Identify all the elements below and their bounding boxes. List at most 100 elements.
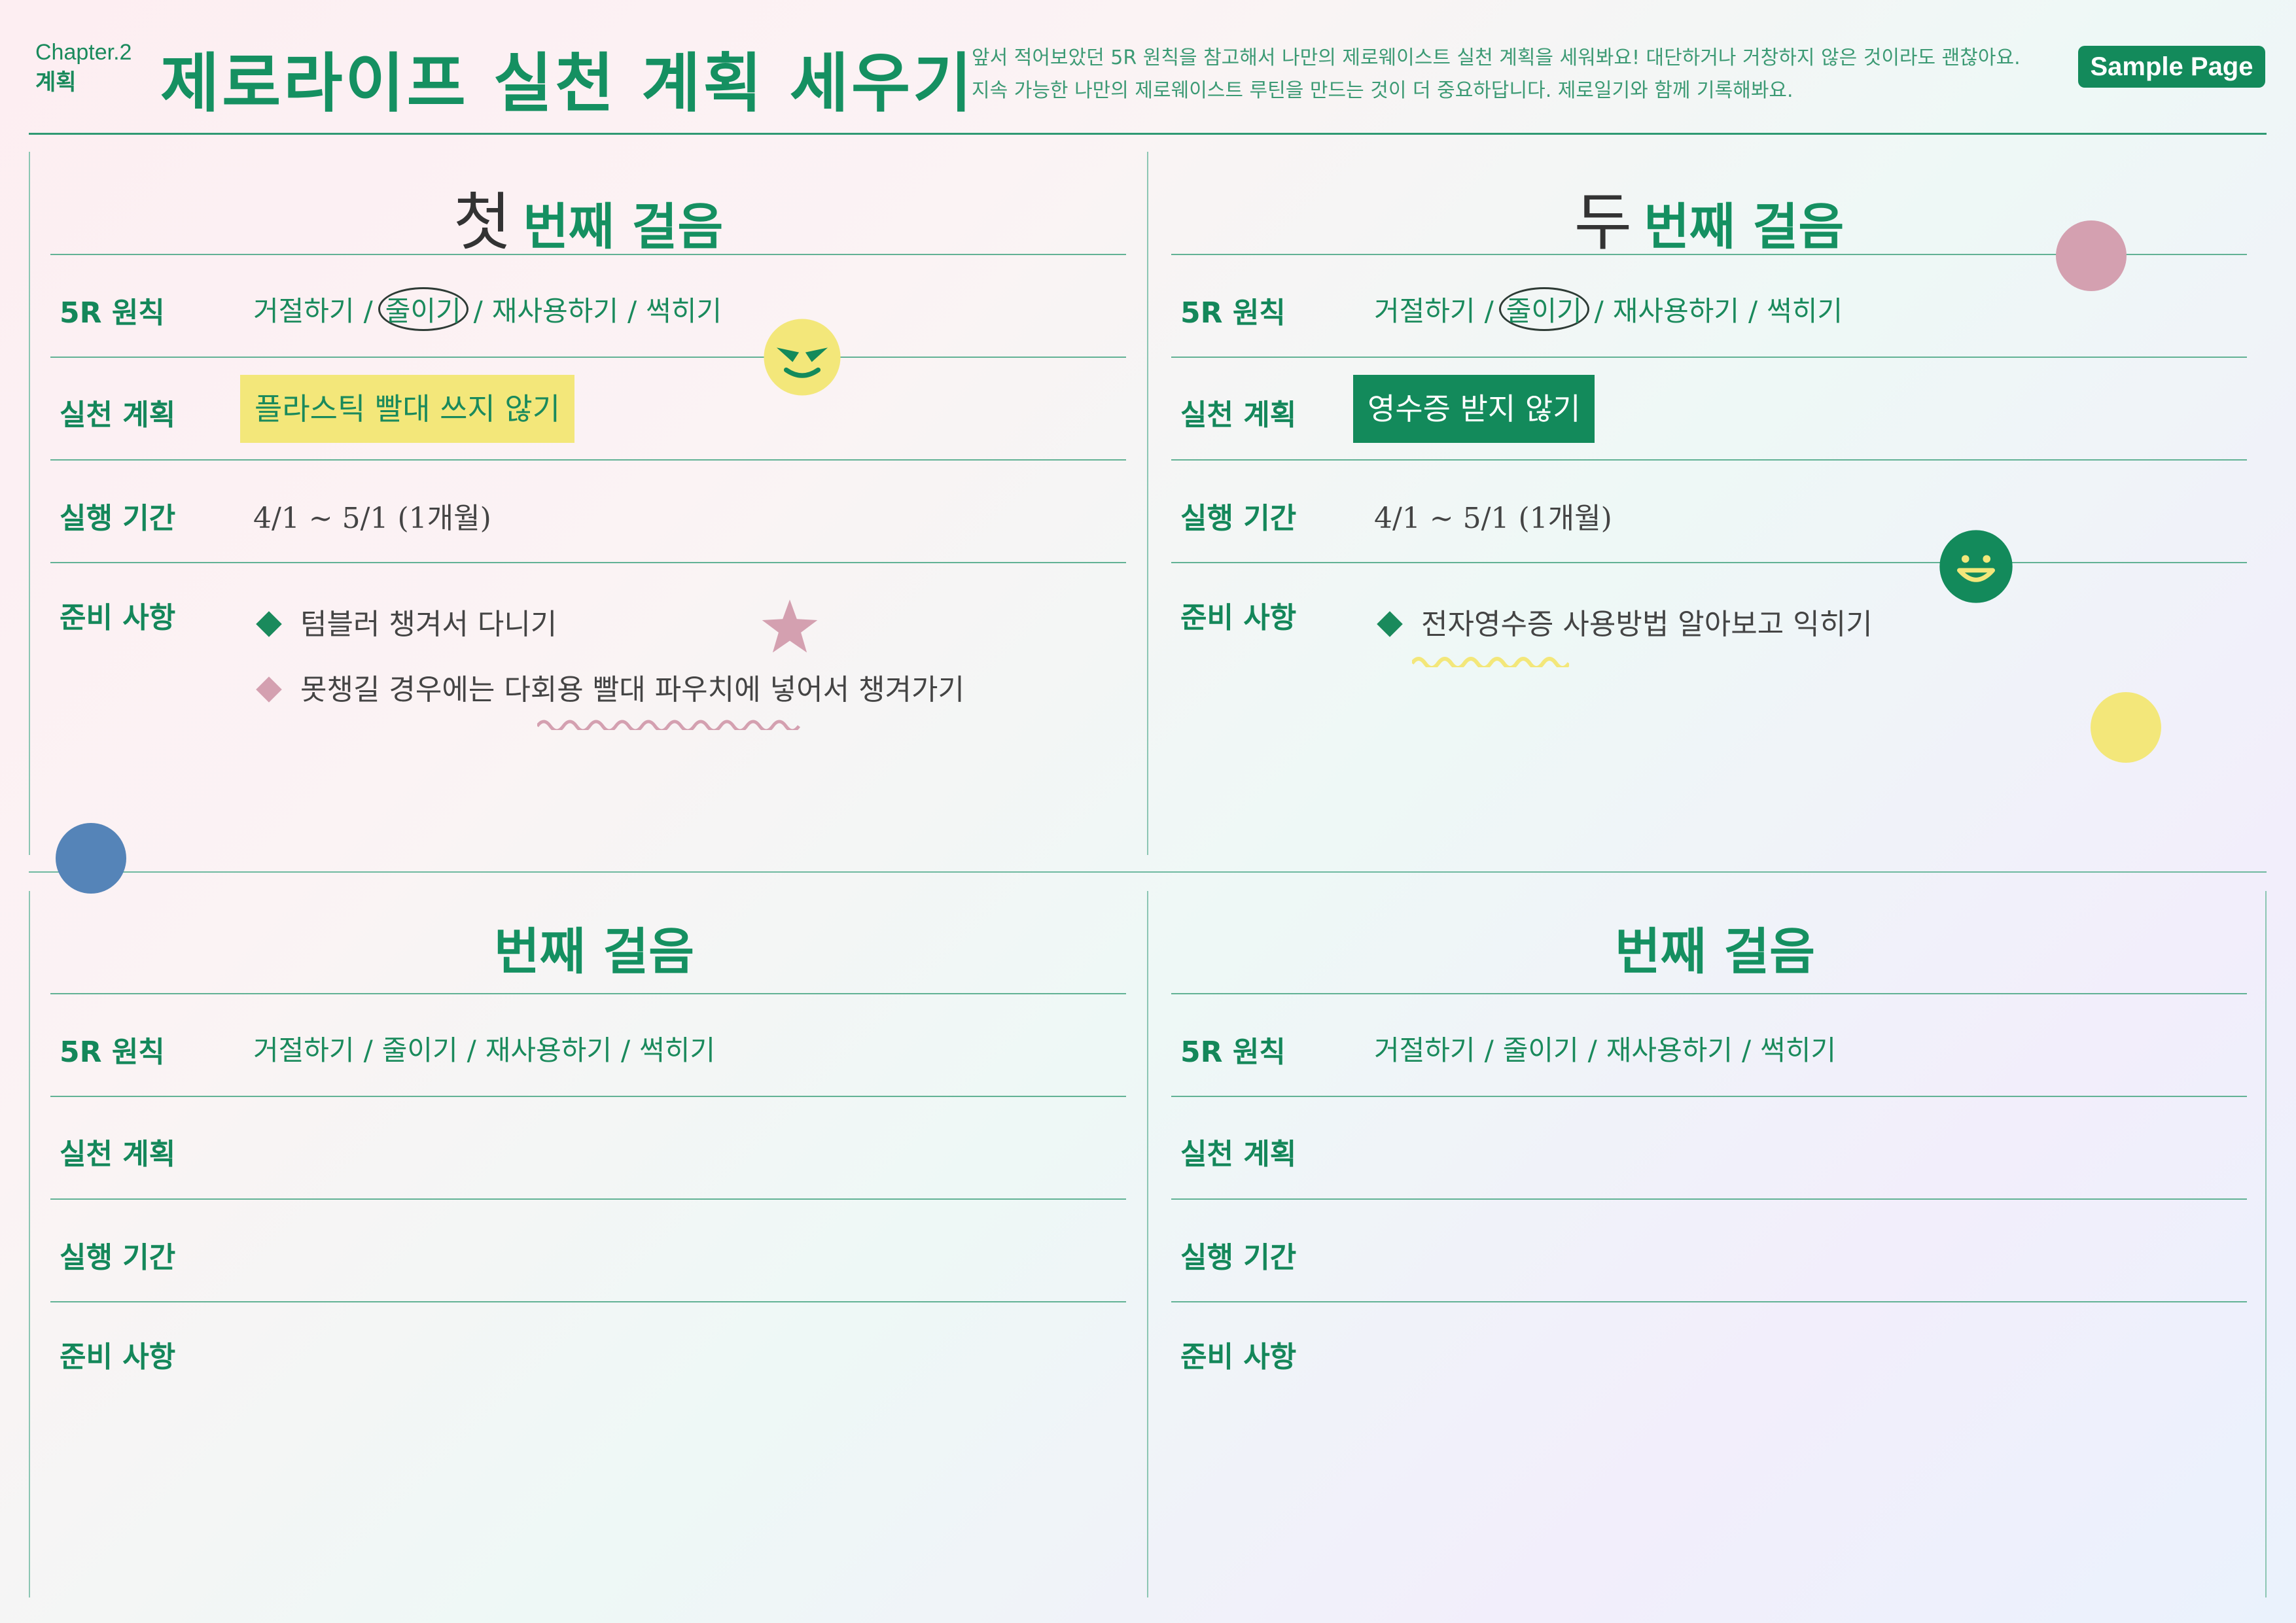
blue-dot bbox=[56, 823, 126, 894]
r5-options: 거절하기 / 줄이기 / 재사용하기 / 썩히기 bbox=[1374, 1028, 1836, 1068]
prep-item[interactable]: 못챙길 경우에는 다회용 빨대 파우치에 넣어서 챙겨가기 bbox=[256, 666, 964, 708]
row-divider bbox=[50, 1301, 1126, 1302]
r5-separator: / bbox=[363, 295, 373, 327]
period-label: 실행 기간 bbox=[1180, 1241, 1297, 1274]
r5-option-reduce[interactable]: 줄이기 bbox=[382, 1034, 458, 1066]
r5-separator: / bbox=[473, 295, 483, 327]
period-value[interactable]: 4/1 ~ 5/1 (1개월) bbox=[253, 495, 491, 536]
left-border bbox=[29, 152, 30, 855]
r5-option-rot[interactable]: 썩히기 bbox=[1760, 1034, 1836, 1066]
row-divider bbox=[1171, 357, 2247, 358]
period-label: 실행 기간 bbox=[1180, 502, 1297, 535]
row-divider bbox=[50, 357, 1126, 358]
wavy-underline-icon bbox=[1412, 657, 1569, 667]
period-label: 실행 기간 bbox=[60, 502, 176, 535]
plan-label: 실천 계획 bbox=[60, 1138, 176, 1171]
row-divider bbox=[1171, 993, 2247, 994]
row-divider bbox=[1171, 1096, 2247, 1097]
green-smiley-icon bbox=[1939, 530, 2013, 603]
r5-separator: / bbox=[1742, 1034, 1752, 1066]
prep-item[interactable]: 텀블러 챙겨서 다니기 bbox=[256, 601, 557, 642]
center-border-top bbox=[1147, 152, 1148, 855]
r5-separator: / bbox=[627, 295, 637, 327]
r5-option-rot[interactable]: 썩히기 bbox=[1767, 295, 1843, 327]
r5-separator: / bbox=[1484, 295, 1494, 327]
chapter-label: Chapter.2 계획 bbox=[35, 38, 132, 98]
pink-dot bbox=[2056, 220, 2127, 291]
r5-options: 거절하기 / 줄이기 / 재사용하기 / 썩히기 bbox=[1374, 287, 1843, 331]
r5-option-reduce-selected[interactable]: 줄이기 bbox=[1498, 287, 1589, 331]
row-divider bbox=[50, 562, 1126, 563]
r5-separator: / bbox=[1748, 295, 1758, 327]
prep-label: 준비 사항 bbox=[1180, 1340, 1297, 1374]
star-icon bbox=[762, 599, 818, 653]
r5-options: 거절하기 / 줄이기 / 재사용하기 / 썩히기 bbox=[253, 1028, 715, 1068]
plan-value[interactable]: 플라스틱 빨대 쓰지 않기 bbox=[240, 375, 575, 443]
r5-separator: / bbox=[467, 1034, 476, 1066]
r5-separator: / bbox=[1594, 295, 1604, 327]
step-title: 첫 번째 걸음 bbox=[50, 171, 1126, 262]
prep-item-text: 못챙길 경우에는 다회용 빨대 파우치에 넣어서 챙겨가기 bbox=[300, 673, 964, 707]
header-divider bbox=[29, 133, 2267, 135]
r5-option-refuse[interactable]: 거절하기 bbox=[1374, 1034, 1475, 1066]
r5-option-refuse[interactable]: 거절하기 bbox=[253, 295, 355, 327]
r5-option-reduce[interactable]: 줄이기 bbox=[1503, 1034, 1579, 1066]
center-border-bottom bbox=[1147, 891, 1148, 1597]
row-divider bbox=[1171, 1301, 2247, 1302]
prep-label: 준비 사항 bbox=[60, 1340, 176, 1374]
r5-option-rot[interactable]: 썩히기 bbox=[639, 1034, 715, 1066]
row-divider bbox=[50, 993, 1126, 994]
step-panel-4: 번째 걸음 5R 원칙 거절하기 / 줄이기 / 재사용하기 / 썩히기 실천 계획 실행 … bbox=[1171, 891, 2247, 1597]
left-border-bottom bbox=[29, 891, 30, 1597]
page-header: Chapter.2 계획 제로라이프 실천 계획 세우기 앞서 적어보았던 5R… bbox=[0, 0, 2296, 134]
r5-option-refuse[interactable]: 거절하기 bbox=[253, 1034, 355, 1066]
chapter-subtitle: 계획 bbox=[35, 69, 77, 95]
r5-option-reuse[interactable]: 재사용하기 bbox=[1613, 295, 1739, 327]
period-value[interactable]: 4/1 ~ 5/1 (1개월) bbox=[1374, 495, 1612, 536]
r5-options: 거절하기 / 줄이기 / 재사용하기 / 썩히기 bbox=[253, 287, 722, 331]
prep-label: 준비 사항 bbox=[60, 601, 176, 635]
step-suffix: 번째 걸음 bbox=[1644, 198, 1845, 256]
prep-label: 준비 사항 bbox=[1180, 601, 1297, 635]
step-suffix: 번째 걸음 bbox=[493, 922, 695, 981]
step-number: 두 bbox=[1574, 186, 1633, 259]
page-description: 앞서 적어보았던 5R 원칙을 참고해서 나만의 제로웨이스트 실천 계획을 세… bbox=[972, 42, 2021, 107]
page-title: 제로라이프 실천 계획 세우기 bbox=[160, 46, 975, 121]
step-suffix: 번째 걸음 bbox=[523, 198, 724, 256]
plan-label: 실천 계획 bbox=[1180, 1138, 1297, 1171]
r5-option-rot[interactable]: 썩히기 bbox=[646, 295, 722, 327]
period-label: 실행 기간 bbox=[60, 1241, 176, 1274]
plan-label: 실천 계획 bbox=[1180, 398, 1297, 432]
row-divider bbox=[1171, 562, 2247, 563]
wavy-underline-icon bbox=[537, 720, 801, 730]
plan-value[interactable]: 영수증 받지 않기 bbox=[1353, 375, 1595, 443]
sample-page-badge: Sample Page bbox=[2078, 46, 2265, 88]
r5-option-reuse[interactable]: 재사용하기 bbox=[486, 1034, 612, 1066]
r5-label: 5R 원칙 bbox=[60, 1036, 165, 1069]
r5-separator: / bbox=[1587, 1034, 1597, 1066]
r5-option-refuse[interactable]: 거절하기 bbox=[1374, 295, 1475, 327]
prep-item-text: 전자영수증 사용방법 알아보고 익히기 bbox=[1421, 608, 1873, 641]
r5-option-reduce-selected[interactable]: 줄이기 bbox=[378, 287, 468, 331]
r5-option-reuse[interactable]: 재사용하기 bbox=[1606, 1034, 1733, 1066]
row-divider bbox=[50, 1198, 1126, 1200]
prep-item[interactable]: 전자영수증 사용방법 알아보고 익히기 bbox=[1377, 601, 1873, 642]
row-divider bbox=[1171, 459, 2247, 461]
diamond-bullet-icon bbox=[256, 676, 282, 703]
row-divider bbox=[50, 1096, 1126, 1097]
r5-separator: / bbox=[1484, 1034, 1494, 1066]
row-divider bbox=[50, 459, 1126, 461]
step-number: 첫 bbox=[453, 186, 512, 259]
description-line-1: 앞서 적어보았던 5R 원칙을 참고해서 나만의 제로웨이스트 실천 계획을 세… bbox=[972, 46, 2021, 69]
row-divider bbox=[50, 254, 1126, 255]
r5-label: 5R 원칙 bbox=[1180, 296, 1286, 330]
step-panel-3: 번째 걸음 5R 원칙 거절하기 / 줄이기 / 재사용하기 / 썩히기 실천 계획 실행 … bbox=[50, 891, 1126, 1597]
step-panel-1: 첫 번째 걸음 5R 원칙 거절하기 / 줄이기 / 재사용하기 / 썩히기 실천 계획 플라… bbox=[50, 152, 1126, 855]
row-divider bbox=[1171, 1198, 2247, 1200]
yellow-dot bbox=[2091, 692, 2161, 763]
middle-divider bbox=[29, 871, 2267, 873]
r5-option-reuse[interactable]: 재사용하기 bbox=[492, 295, 618, 327]
r5-separator: / bbox=[621, 1034, 631, 1066]
chapter-number: Chapter.2 bbox=[35, 40, 132, 65]
r5-label: 5R 원칙 bbox=[60, 296, 165, 330]
